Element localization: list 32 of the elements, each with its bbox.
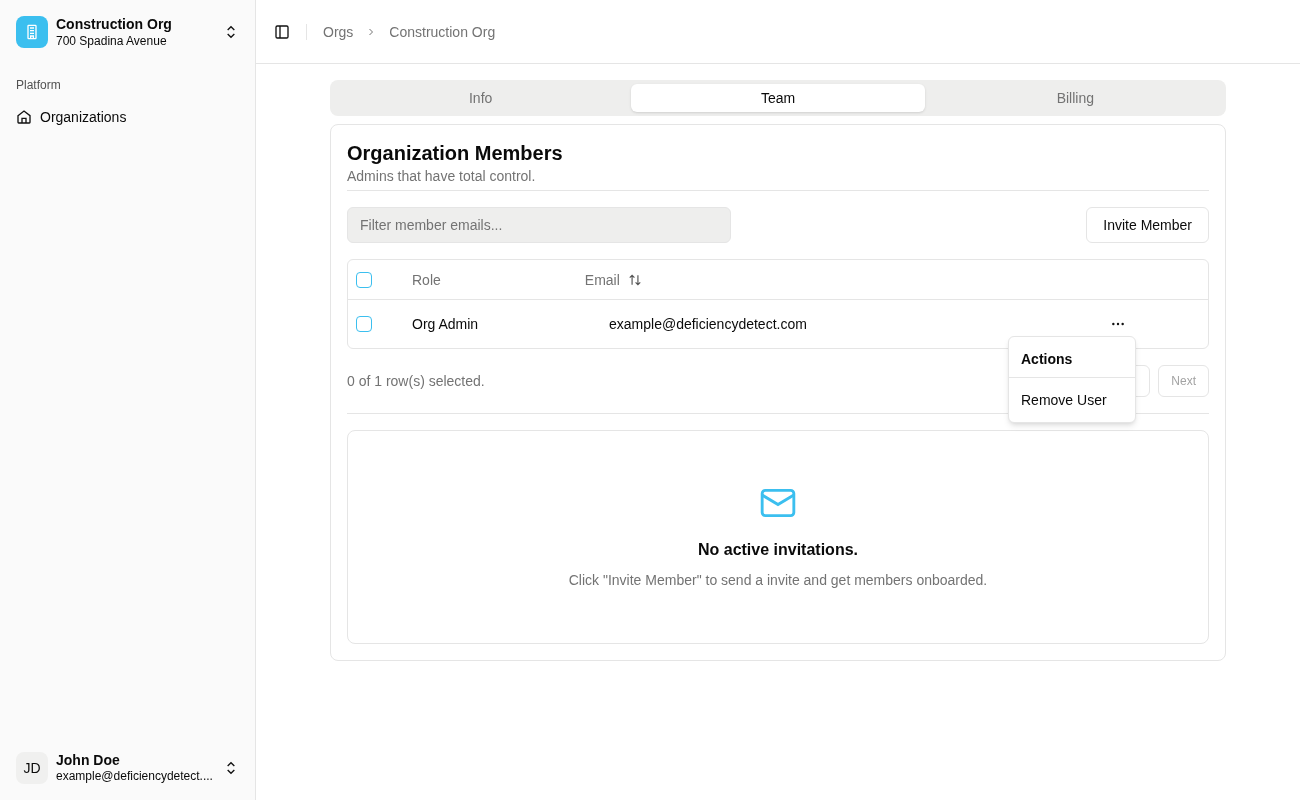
table-cell-text: example@deficiencydetect.com [609,315,808,334]
breadcrumb-link[interactable]: Orgs [323,21,354,42]
sidebar-toggle-icon[interactable] [274,23,290,40]
checkbox[interactable] [356,316,372,332]
breadcrumb-link[interactable]: Construction Org [389,21,496,42]
filter-field[interactable]: Filter member emails... [347,207,731,243]
sidebar-group-label: Platform [15,76,62,93]
sidebar-item[interactable]: Organizations [8,100,247,133]
menu-title: Actions [1020,350,1074,369]
user-email: example@deficiencydetect.... [56,769,214,784]
card-subtitle: Admins that have total control. [347,166,1209,191]
column-header: Role [412,270,441,290]
org-name: Construction Org [56,16,173,34]
table-cell-text: Org Admin [412,315,480,334]
next-button[interactable]: Next [1158,365,1209,397]
selection-count: 0 of 1 row(s) selected. [347,372,485,391]
checkbox[interactable] [356,271,372,288]
empty-state-text: Click "Invite Member" to send a invite and get members onboarded. [568,571,988,590]
org-address: 700 Spadina Avenue [56,33,168,49]
column-header[interactable]: Email [584,269,620,290]
invite-member-button[interactable]: Invite Member [1086,207,1209,243]
user-name: John Doe [56,751,121,769]
building-icon [24,24,40,41]
menu-item[interactable]: Remove User [1013,382,1131,418]
tab[interactable]: Info [334,84,628,112]
tab[interactable]: Billing [928,84,1222,112]
user-avatar: JD [16,751,48,784]
tab[interactable]: Team [631,84,925,112]
card-title: Organization Members [347,141,564,166]
empty-state-title: No active invitations. [697,540,858,560]
home-icon [16,108,32,125]
sort-icon[interactable] [627,272,642,287]
